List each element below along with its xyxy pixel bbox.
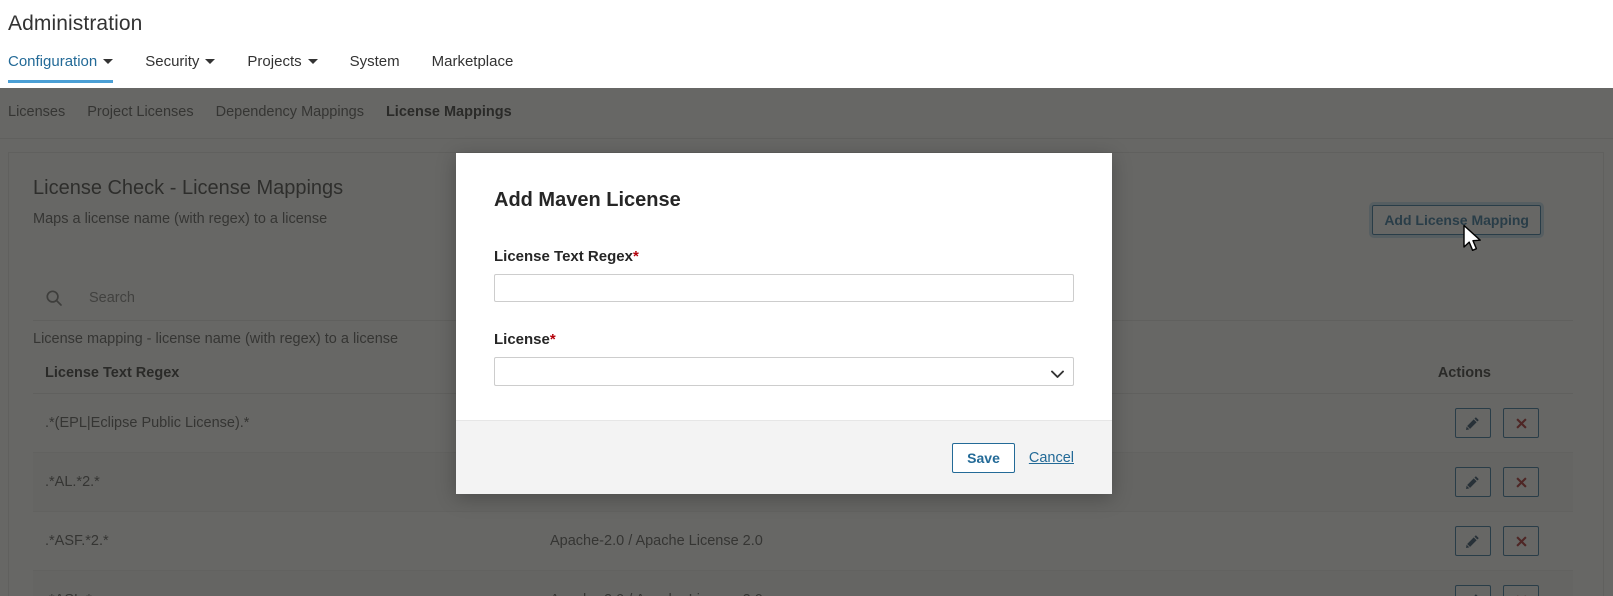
add-maven-license-modal: Add Maven License License Text Regex* Li… (456, 153, 1112, 494)
nav-item-system[interactable]: System (350, 52, 416, 83)
cancel-button[interactable]: Cancel (1029, 450, 1074, 466)
page-title-administration: Administration (8, 12, 143, 35)
top-header: Administration Configuration Security Pr… (0, 0, 1613, 88)
page-root: Administration Configuration Security Pr… (0, 0, 1613, 596)
nav-item-security[interactable]: Security (145, 52, 231, 83)
nav-item-security-label: Security (145, 53, 200, 70)
chevron-down-icon (307, 58, 318, 64)
nav-item-projects[interactable]: Projects (247, 52, 333, 83)
license-select[interactable] (494, 357, 1074, 386)
license-text-regex-input[interactable] (494, 274, 1074, 302)
required-marker: * (549, 331, 556, 348)
main-navigation: Configuration Security Projects System M… (8, 52, 529, 88)
nav-item-marketplace-label: Marketplace (431, 53, 514, 70)
required-marker: * (632, 248, 639, 265)
modal-footer: Save Cancel (456, 420, 1112, 494)
chevron-down-icon (205, 58, 216, 64)
nav-item-configuration[interactable]: Configuration (8, 52, 129, 83)
nav-item-marketplace[interactable]: Marketplace (432, 52, 530, 83)
license-select-wrap (494, 357, 1074, 386)
license-text-regex-label-text: License Text Regex (494, 248, 633, 265)
license-text-regex-label: License Text Regex* (494, 248, 1074, 265)
chevron-down-icon (103, 58, 114, 64)
modal-title: Add Maven License (494, 189, 681, 211)
license-label: License* (494, 331, 1074, 348)
save-button[interactable]: Save (952, 442, 1015, 473)
modal-body: Add Maven License License Text Regex* Li… (456, 153, 1112, 420)
field-spacer (494, 302, 1074, 331)
nav-item-system-label: System (349, 53, 400, 70)
license-label-text: License (494, 331, 550, 348)
nav-item-projects-label: Projects (247, 53, 302, 70)
nav-item-configuration-label: Configuration (8, 53, 98, 70)
